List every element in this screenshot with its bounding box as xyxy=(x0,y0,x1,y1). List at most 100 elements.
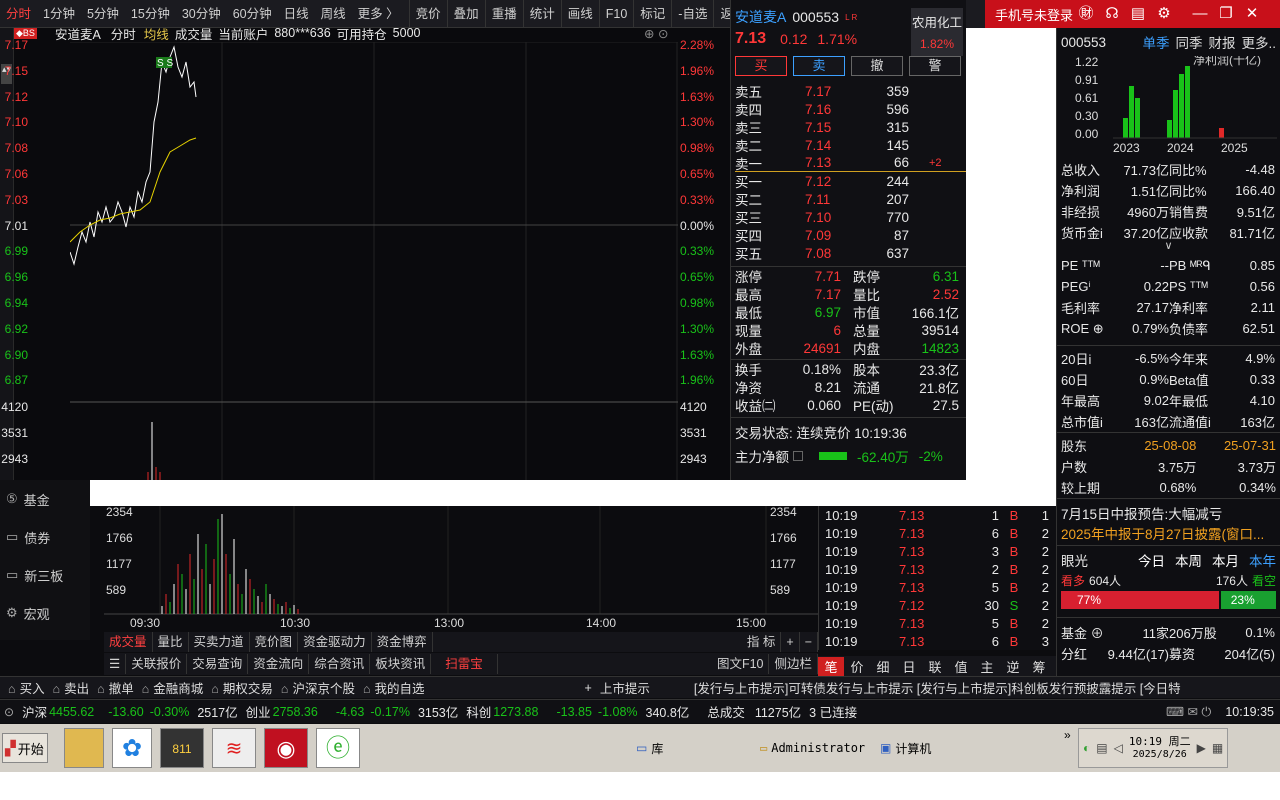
fin-tab[interactable]: 单季 xyxy=(1142,32,1169,52)
tick-tab[interactable]: 联 xyxy=(922,657,948,676)
period-tab[interactable]: 分时 xyxy=(0,0,37,28)
bid-row[interactable]: 买二 7.11 207 xyxy=(735,190,966,209)
tick-tab[interactable]: 价 xyxy=(844,657,870,676)
order-sell-button[interactable]: 卖 xyxy=(793,56,845,76)
eye-tab[interactable]: 本月 xyxy=(1212,550,1239,570)
tool-button[interactable]: 叠加 xyxy=(446,0,485,28)
stock-app-icon[interactable]: ≋ xyxy=(212,728,256,768)
restore-icon[interactable]: ❐ xyxy=(1213,0,1239,28)
bid-row[interactable]: 买四 7.09 87 xyxy=(735,226,966,245)
indicator-control[interactable]: − xyxy=(800,632,818,652)
market-icon[interactable]: ⊙ xyxy=(4,705,14,719)
add-button[interactable]: + xyxy=(585,681,592,695)
flow-toggle-icon[interactable] xyxy=(793,451,803,461)
headset-icon[interactable]: ☊ xyxy=(1099,0,1125,28)
info-tab[interactable]: 关联报价 xyxy=(126,654,188,674)
intraday-chart[interactable]: ◆BS 安道麦A 分时 均线 成交量 当前账户 880***636 可用持仓 5… xyxy=(1,26,730,480)
browser-icon[interactable]: ✿ xyxy=(112,728,152,768)
cancel-button[interactable]: ⌂ 撤单 xyxy=(97,678,134,697)
sidebar-item[interactable]: ▭ 新三板 xyxy=(0,556,90,594)
tick-tab[interactable]: 主 xyxy=(974,657,1000,676)
indicator-tab[interactable]: 资金驱动力 xyxy=(298,632,372,652)
ask-row[interactable]: 卖二 7.14 145 xyxy=(735,136,966,155)
indicator-control[interactable]: 指 标 xyxy=(742,632,782,652)
keyboard-icon[interactable]: ⌨ ✉ ⏻ xyxy=(1166,704,1211,720)
desktop-icon[interactable]: ▦ xyxy=(1212,741,1223,755)
eye-tab[interactable]: 本周 xyxy=(1175,550,1202,570)
connection-status[interactable]: 3 已连接 xyxy=(809,702,857,721)
network-icon[interactable]: ▤ xyxy=(1096,741,1107,755)
tool-button[interactable]: 画线 xyxy=(560,0,599,28)
mall-button[interactable]: ⌂ 金融商城 xyxy=(142,678,204,697)
notice-button[interactable]: 上市提示 xyxy=(600,678,650,697)
info-tab[interactable]: 图文F10 xyxy=(712,654,770,674)
tool-button[interactable]: 竞价 xyxy=(408,0,447,28)
info-tab[interactable]: 综合资讯 xyxy=(309,654,371,674)
eye-tab[interactable]: 本年 xyxy=(1249,550,1276,570)
info-tab[interactable]: 侧边栏 xyxy=(769,654,818,674)
folder-icon[interactable] xyxy=(64,728,104,768)
bid-row[interactable]: 买五 7.08 637 xyxy=(735,244,966,263)
index-item[interactable]: 科创 1273.88 -13.85 -1.08% 340.8亿 xyxy=(466,702,689,721)
option-button[interactable]: ⌂ 期权交易 xyxy=(211,678,273,697)
volume-icon[interactable]: ◁ xyxy=(1114,741,1123,755)
media-icon[interactable]: ▶ xyxy=(1197,741,1206,755)
taskbar-item[interactable]: Administrator xyxy=(771,741,865,755)
order-cancel-button[interactable]: 撤 xyxy=(851,56,903,76)
tick-tab[interactable]: 细 xyxy=(870,657,896,676)
tool-button[interactable]: 重播 xyxy=(484,0,523,28)
user-icon[interactable]: ㊖ xyxy=(1073,0,1099,28)
bull-bar[interactable]: 77% xyxy=(1061,591,1219,609)
tray-expand-icon[interactable]: » xyxy=(1064,728,1071,742)
gear-icon[interactable]: ⚙ xyxy=(1151,0,1177,28)
ask-row[interactable]: 卖三 7.15 315 xyxy=(735,118,966,137)
tick-tab[interactable]: 日 xyxy=(896,657,922,676)
info-tab[interactable]: 交易查询 xyxy=(187,654,249,674)
indicator-tab[interactable]: 买卖力道 xyxy=(189,632,250,652)
menu-icon[interactable]: ☰ xyxy=(104,654,127,674)
tool-button[interactable]: 统计 xyxy=(522,0,561,28)
indicator-tab[interactable]: 资金博弈 xyxy=(372,632,433,652)
bid-row[interactable]: 买三 7.10 770 xyxy=(735,208,966,227)
tray-app-icon[interactable]: ◐ xyxy=(1083,741,1090,755)
order-buy-button[interactable]: 买 xyxy=(735,56,787,76)
tick-tab[interactable]: 值 xyxy=(948,657,974,676)
notice-ticker[interactable]: [发行与上市提示]可转债发行与上市提示 [发行与上市提示]科创板发行预披露提示 … xyxy=(694,678,1254,697)
settings-icon[interactable]: ⊕ ⊙ xyxy=(644,26,668,41)
fin-tab[interactable]: 更多.. xyxy=(1241,32,1276,52)
fin-tab[interactable]: 同季 xyxy=(1175,32,1202,52)
ie-icon[interactable]: ⓔ xyxy=(316,728,360,768)
indicator-tab[interactable]: 量比 xyxy=(153,632,189,652)
tick-tab[interactable]: 笔 xyxy=(818,656,844,676)
eye-tab[interactable]: 今日 xyxy=(1138,550,1165,570)
info-tab[interactable]: 资金流向 xyxy=(248,654,310,674)
info-tab[interactable]: 板块资讯 xyxy=(370,654,432,674)
bid-row[interactable]: 买一 7.12 244 xyxy=(735,172,966,191)
buy-button[interactable]: ⌂ 买入 xyxy=(8,678,45,697)
tick-tab[interactable]: 逆 xyxy=(1000,657,1026,676)
ask-row[interactable]: 卖四 7.16 596 xyxy=(735,100,966,119)
minimize-icon[interactable]: — xyxy=(1187,0,1213,28)
index-item[interactable]: 创业 2758.36 -4.63 -0.17% 3153亿 xyxy=(246,702,459,721)
close-icon[interactable]: ✕ xyxy=(1239,0,1265,28)
ask-row[interactable]: 卖五 7.17 359 xyxy=(735,82,966,101)
taskbar-item[interactable]: 库 xyxy=(651,740,663,757)
tool-button[interactable]: -自选 xyxy=(671,0,713,28)
sidebar-item[interactable]: ▭ 债券 xyxy=(0,518,90,556)
taskbar-item[interactable]: 计算机 xyxy=(895,740,931,757)
sidebar-item[interactable]: ⚙ 宏观 xyxy=(0,594,90,632)
period-tab[interactable]: 日线 xyxy=(278,0,315,28)
fin-tab[interactable]: 财报 xyxy=(1208,32,1235,52)
login-link[interactable]: 手机号未登录 xyxy=(995,5,1073,24)
message-icon[interactable]: ▤ xyxy=(1125,0,1151,28)
indicator-control[interactable]: + xyxy=(781,632,800,652)
news-item[interactable]: 7月15日中报预告:大幅减亏 xyxy=(1061,503,1276,523)
bs-badge[interactable]: ◆BS xyxy=(14,27,37,39)
index-item[interactable]: 沪深 4455.62 -13.60 -0.30% 2517亿 xyxy=(22,702,238,721)
order-alert-button[interactable]: 警 xyxy=(909,56,961,76)
collapse-icon[interactable]: ∨ xyxy=(1057,241,1280,252)
app-811-icon[interactable]: 811 xyxy=(160,728,204,768)
sector-box[interactable]: 农用化工 1.82% xyxy=(911,8,963,56)
info-tab[interactable]: 扫雷宝 xyxy=(431,654,498,674)
stock-button[interactable]: ⌂ 沪深京个股 xyxy=(281,678,355,697)
